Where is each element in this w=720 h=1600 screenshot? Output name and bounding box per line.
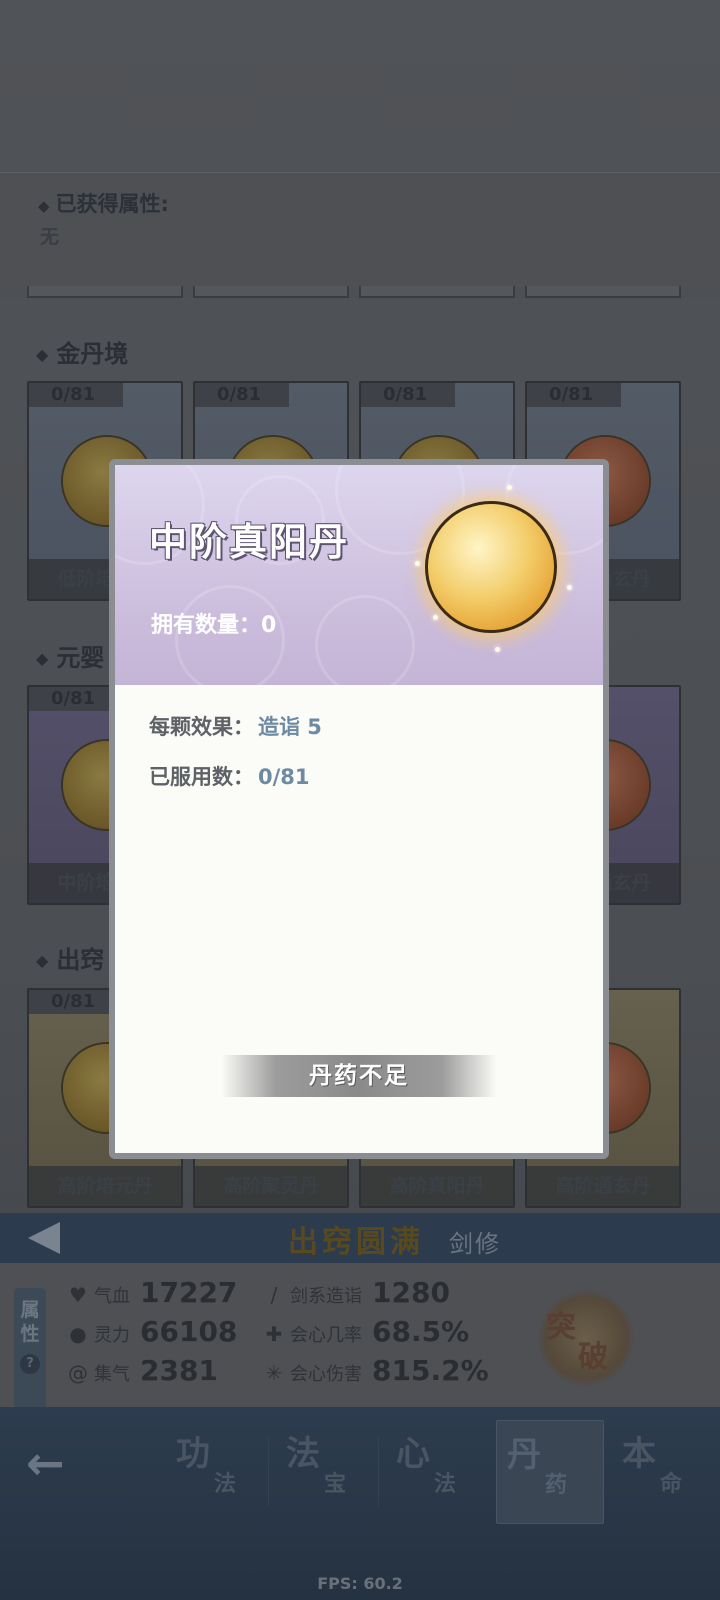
stat-lingli: ● 灵力 66108 bbox=[66, 1315, 237, 1348]
stat-crit-damage: ✳ 会心伤害 815.2% bbox=[262, 1354, 489, 1387]
obtained-attributes-title: ◆ 已获得属性: bbox=[38, 192, 169, 216]
fps-counter: FPS: 60.2 bbox=[317, 1574, 403, 1593]
cultivation-class-label: 剑修 bbox=[449, 1230, 501, 1258]
pills-consumed: 已服用数： 0/81 bbox=[149, 765, 310, 789]
breakthrough-button[interactable]: 突 破 bbox=[538, 1290, 634, 1386]
card-bottom-edge bbox=[525, 286, 681, 298]
crit-icon: ✚ bbox=[265, 1322, 283, 1346]
sparkle-icon bbox=[507, 485, 512, 490]
owned-quantity: 拥有数量：0 bbox=[151, 613, 277, 638]
sword-icon: / bbox=[270, 1283, 278, 1307]
sparkle-icon bbox=[495, 647, 500, 652]
nav-tab-xinfa[interactable]: 心 法 bbox=[386, 1420, 494, 1524]
card-bottom-edge bbox=[193, 286, 349, 298]
diamond-bullet-icon: ◆ bbox=[38, 197, 50, 215]
card-bottom-edge bbox=[359, 286, 515, 298]
pill-title: 中阶真阳丹 bbox=[149, 519, 350, 564]
realm-label: 出窍圆满 bbox=[288, 1225, 424, 1260]
back-arrow-icon[interactable]: ← bbox=[26, 1436, 65, 1490]
swirl-icon: @ bbox=[68, 1361, 88, 1385]
attributes-tab-label: 属性 bbox=[20, 1299, 40, 1345]
diamond-bullet-icon: ◆ bbox=[36, 951, 49, 970]
insufficient-pills-button[interactable]: 丹药不足 bbox=[221, 1055, 497, 1097]
nav-tab-gongfa[interactable]: 功 法 bbox=[166, 1420, 274, 1524]
nav-tab-danyao[interactable]: 丹 药 bbox=[496, 1420, 604, 1524]
previous-triangle-icon[interactable] bbox=[28, 1222, 60, 1254]
heart-icon: ♥ bbox=[69, 1283, 87, 1307]
golden-pill-icon bbox=[425, 501, 557, 633]
diamond-bullet-icon: ◆ bbox=[36, 649, 49, 668]
sparkle-icon bbox=[415, 561, 420, 566]
sparkle-icon bbox=[567, 585, 572, 590]
nav-tab-benming[interactable]: 本 命 bbox=[612, 1420, 720, 1524]
diamond-bullet-icon: ◆ bbox=[36, 345, 49, 364]
pill-name: 高阶聚灵丹 bbox=[195, 1166, 347, 1206]
pill-count: 0/81 bbox=[29, 383, 123, 407]
stat-jiqi: @ 集气 2381 bbox=[68, 1354, 218, 1387]
pill-name: 高阶真阳丹 bbox=[361, 1166, 513, 1206]
attributes-tab[interactable]: 属性 ? bbox=[14, 1288, 46, 1414]
pill-count: 0/81 bbox=[527, 383, 621, 407]
nav-divider bbox=[378, 1436, 379, 1506]
pill-count: 0/81 bbox=[195, 383, 289, 407]
sparkle-icon bbox=[433, 615, 438, 620]
pill-detail-dialog: 中阶真阳丹 拥有数量：0 每颗效果： 造诣 5 已服用数： 0/81 丹药不足 bbox=[109, 459, 609, 1159]
obtained-attributes-value: 无 bbox=[40, 226, 60, 248]
nav-tab-fabao[interactable]: 法 宝 bbox=[276, 1420, 384, 1524]
pill-name: 高阶通玄丹 bbox=[527, 1166, 679, 1206]
cloud-pattern bbox=[315, 595, 415, 685]
burst-icon: ✳ bbox=[265, 1361, 283, 1385]
pill-name: 高阶培元丹 bbox=[29, 1166, 181, 1206]
card-bottom-edge bbox=[27, 286, 183, 298]
section-title-jindan: ◆ 金丹境 bbox=[36, 340, 129, 368]
stat-crit-rate: ✚ 会心几率 68.5% bbox=[262, 1315, 470, 1348]
effect-per-pill: 每颗效果： 造诣 5 bbox=[149, 715, 322, 739]
stat-qixue: ♥ 气血 17227 bbox=[66, 1276, 237, 1309]
section-title-chuqiao: ◆ 出窍 bbox=[36, 946, 105, 974]
pill-count: 0/81 bbox=[361, 383, 455, 407]
section-title-yuanying: ◆ 元婴 bbox=[36, 644, 105, 672]
stat-sword-mastery: / 剑系造诣 1280 bbox=[262, 1276, 450, 1309]
drop-icon: ● bbox=[69, 1322, 87, 1346]
pill-dialog-header: 中阶真阳丹 拥有数量：0 bbox=[115, 465, 603, 685]
nav-divider bbox=[268, 1436, 269, 1506]
help-icon[interactable]: ? bbox=[20, 1354, 40, 1374]
